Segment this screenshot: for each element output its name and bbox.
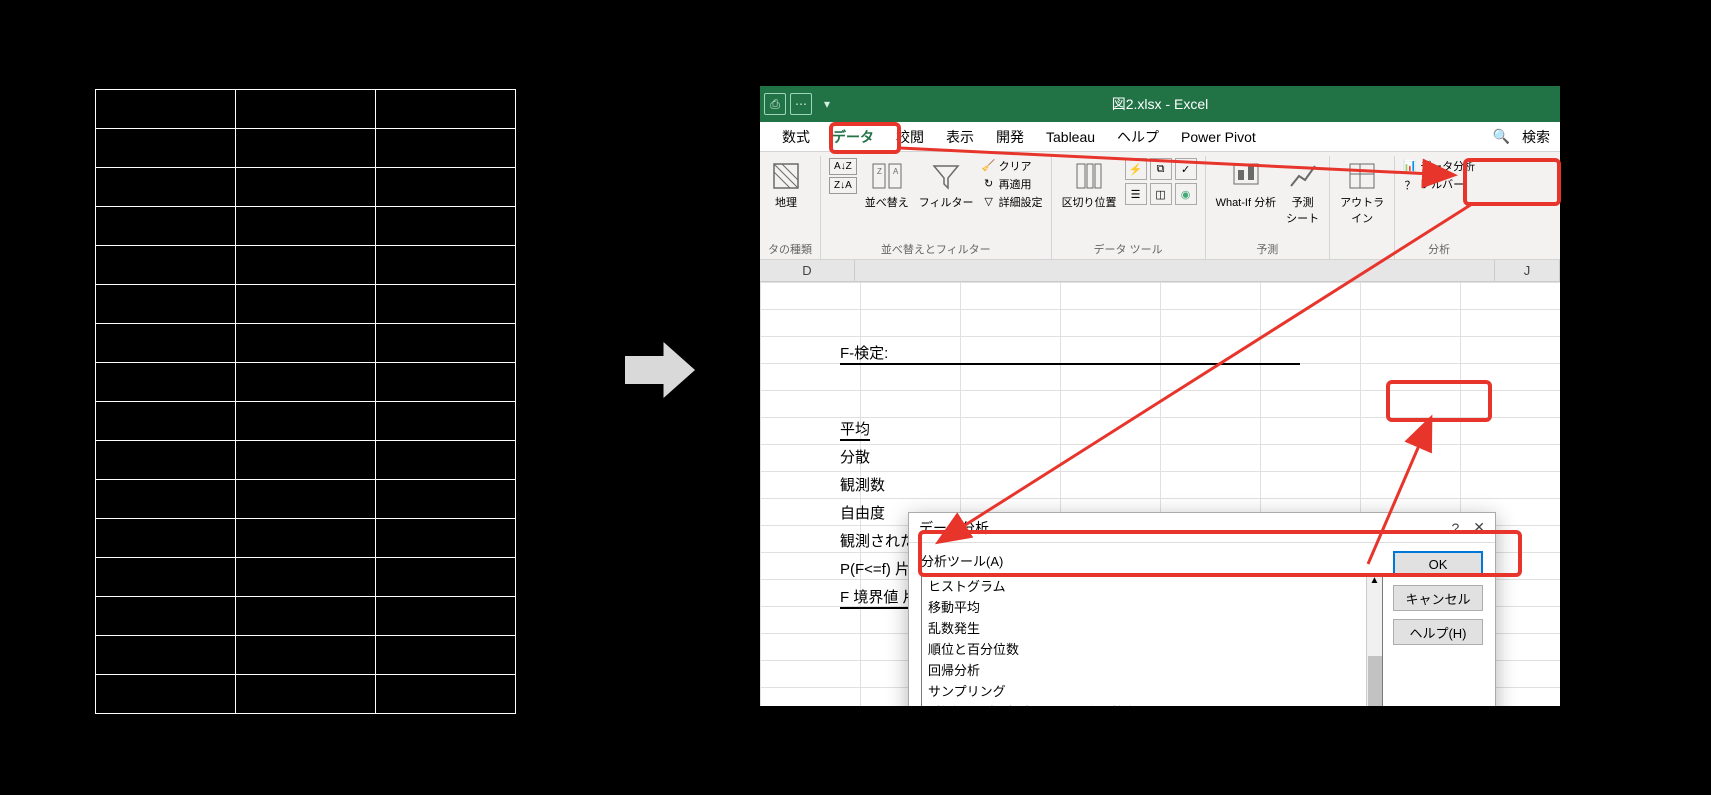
solver-button[interactable]: ？ソルバー — [1403, 176, 1464, 192]
f-test-title: F-検定: — [840, 342, 1300, 365]
relationships-icon[interactable]: ◫ — [1150, 183, 1172, 205]
dialog-help-icon[interactable]: ? — [1451, 520, 1459, 536]
tab-review[interactable]: 校閲 — [886, 123, 934, 151]
tab-developer[interactable]: 開発 — [986, 123, 1034, 151]
row-mean: 平均 — [840, 418, 870, 441]
qat-dropdown-icon[interactable]: ▾ — [816, 93, 838, 115]
tab-view[interactable]: 表示 — [936, 123, 984, 151]
scroll-up-icon[interactable]: ▲ — [1370, 575, 1380, 586]
data-analysis-icon: 📊 — [1403, 159, 1417, 173]
col-header-j[interactable]: J — [1495, 260, 1560, 282]
sort-desc-icon[interactable]: Z↓A — [829, 177, 857, 194]
svg-text:A: A — [893, 167, 899, 176]
help-button[interactable]: ヘルプ(H) — [1393, 619, 1483, 645]
remove-duplicates-icon[interactable]: ⧉ — [1150, 158, 1172, 180]
row-variance: 分散 — [840, 446, 870, 467]
consolidate-icon[interactable]: ☰ — [1125, 183, 1147, 205]
clear-button[interactable]: 🧹クリア — [982, 158, 1032, 174]
ok-button[interactable]: OK — [1393, 551, 1483, 577]
group-sort-filter: A↓Z Z↓A ZA 並べ替え フィルター 🧹クリア ↻再適用 ▽詳細設定 並べ… — [821, 156, 1052, 259]
list-item[interactable]: ヒストグラム — [922, 575, 1366, 596]
qat-icon-1[interactable]: ⎙ — [764, 93, 786, 115]
dialog-titlebar[interactable]: データ分析 ? ✕ — [909, 513, 1495, 543]
excel-window: ⎙ ⋯ ▾ 図2.xlsx - Excel 数式 データ 校閲 表示 開発 Ta… — [760, 86, 1560, 706]
listbox-label: 分析ツール(A) — [921, 551, 1383, 570]
list-item[interactable]: 乱数発生 — [922, 617, 1366, 638]
scroll-thumb[interactable] — [1368, 656, 1382, 706]
data-analysis-button[interactable]: 📊データ分析 — [1403, 158, 1475, 174]
whatif-button[interactable]: What-If 分析 — [1214, 158, 1279, 212]
group-forecast: What-If 分析 予測 シート 予測 — [1206, 156, 1331, 259]
cancel-button[interactable]: キャンセル — [1393, 585, 1483, 611]
list-item[interactable]: 回帰分析 — [922, 659, 1366, 680]
group-outline: アウトラ イン — [1330, 156, 1395, 259]
dialog-close-icon[interactable]: ✕ — [1473, 519, 1485, 536]
forecast-sheet-button[interactable]: 予測 シート — [1284, 158, 1321, 228]
group-data-tools: 区切り位置 ⚡ ⧉ ✓ ☰ ◫ ◉ データ ツール — [1052, 156, 1206, 259]
tab-formulas[interactable]: 数式 — [772, 123, 820, 151]
flash-fill-icon[interactable]: ⚡ — [1125, 158, 1147, 180]
ribbon-tabs: 数式 データ 校閲 表示 開発 Tableau ヘルプ Power Pivot … — [760, 122, 1560, 152]
search-label[interactable]: 検索 — [1512, 123, 1560, 151]
svg-text:Z: Z — [877, 167, 882, 176]
ribbon-body: 地理 タの種類 A↓Z Z↓A ZA 並べ替え フィルター — [760, 152, 1560, 260]
listbox-scrollbar[interactable]: ▲ ▼ — [1366, 575, 1382, 706]
filter-button[interactable]: フィルター — [917, 158, 976, 212]
col-header-d[interactable]: D — [760, 260, 855, 282]
geography-button[interactable]: 地理 — [768, 158, 804, 212]
left-empty-table — [95, 89, 516, 714]
search-icon: 🔍 — [1493, 128, 1510, 145]
advanced-button[interactable]: ▽詳細設定 — [982, 194, 1043, 210]
row-obs: 観測数 — [840, 474, 885, 495]
analysis-tools-listbox[interactable]: ヒストグラム 移動平均 乱数発生 順位と百分位数 回帰分析 サンプリング t 検… — [921, 574, 1383, 706]
text-to-columns-button[interactable]: 区切り位置 — [1060, 158, 1119, 212]
sort-asc-icon[interactable]: A↓Z — [829, 158, 857, 175]
sort-button[interactable]: ZA 並べ替え — [863, 158, 911, 212]
outline-button[interactable]: アウトラ イン — [1338, 158, 1386, 228]
list-item[interactable]: 移動平均 — [922, 596, 1366, 617]
tab-tableau[interactable]: Tableau — [1036, 125, 1105, 149]
solver-icon: ？ — [1403, 177, 1417, 191]
data-analysis-dialog: データ分析 ? ✕ 分析ツール(A) ヒストグラム 移動平均 乱数発生 — [908, 512, 1496, 706]
group-analysis: 📊データ分析 ？ソルバー 分析 — [1395, 156, 1483, 259]
titlebar: ⎙ ⋯ ▾ 図2.xlsx - Excel — [760, 86, 1560, 122]
list-item[interactable]: t 検定: 一対の標本による平均の検定 — [922, 701, 1366, 706]
reapply-button[interactable]: ↻再適用 — [982, 176, 1032, 192]
list-item[interactable]: サンプリング — [922, 680, 1366, 701]
worksheet[interactable]: D J F-検定: 平均 分散 観測数 自由度 観測された分散比 0.84666… — [760, 260, 1560, 706]
window-title: 図2.xlsx - Excel — [1112, 94, 1208, 114]
arrow-right-icon — [625, 335, 695, 405]
tab-power-pivot[interactable]: Power Pivot — [1171, 125, 1266, 149]
data-validation-icon[interactable]: ✓ — [1175, 158, 1197, 180]
tab-help[interactable]: ヘルプ — [1107, 123, 1169, 151]
dialog-title-text: データ分析 — [919, 518, 989, 538]
title-file: 図2.xlsx — [1112, 96, 1162, 112]
list-item[interactable]: 順位と百分位数 — [922, 638, 1366, 659]
group-datatype: 地理 タの種類 — [760, 156, 821, 259]
data-model-icon[interactable]: ◉ — [1175, 183, 1197, 205]
title-app: Excel — [1174, 96, 1208, 112]
row-df: 自由度 — [840, 502, 885, 523]
tab-data[interactable]: データ — [822, 123, 884, 151]
qat-icon-2[interactable]: ⋯ — [790, 93, 812, 115]
